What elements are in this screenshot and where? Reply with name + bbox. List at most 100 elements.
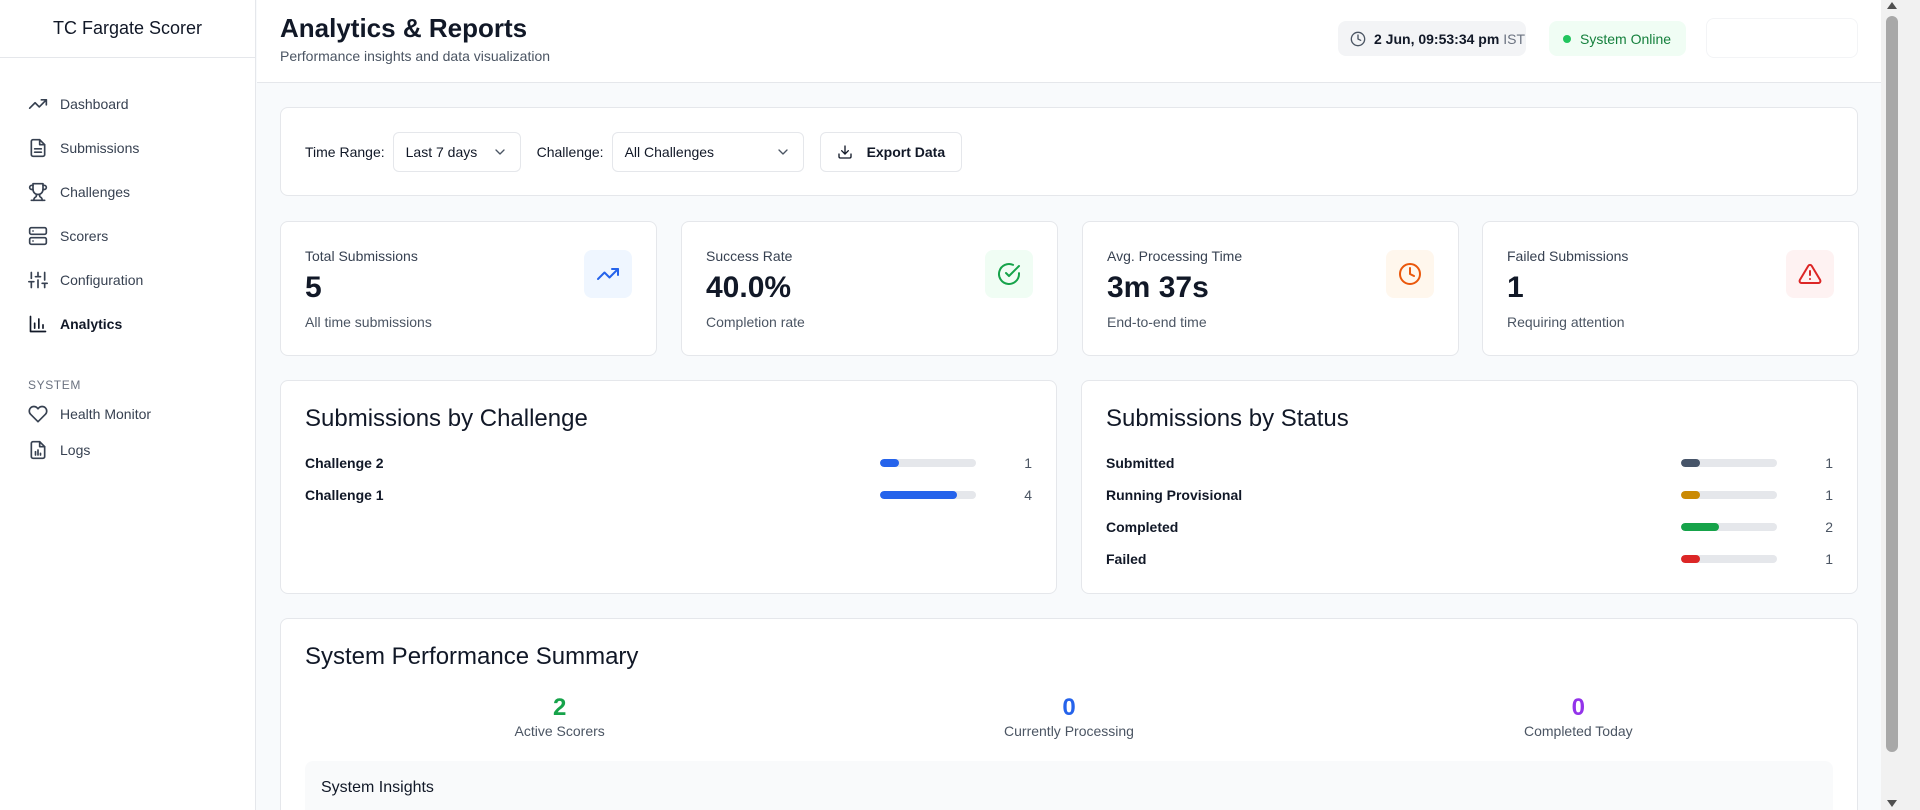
row-label: Running Provisional [1106, 487, 1243, 503]
clock-time: 2 Jun, 09:53:34 pm [1374, 30, 1500, 47]
stat-value: 5 [305, 271, 322, 304]
system-section-label: SYSTEM [28, 378, 81, 392]
scroll-down-arrow-icon[interactable] [1887, 800, 1897, 807]
sidebar-item-health-monitor[interactable]: Health Monitor [0, 396, 255, 432]
metric-value: 0 [1062, 694, 1076, 721]
stat-description: Completion rate [706, 314, 805, 330]
time-range-select[interactable]: Last 7 days [392, 131, 521, 172]
sidebar-item-analytics[interactable]: Analytics [0, 302, 255, 346]
chevron-down-icon [494, 148, 505, 155]
clock-badge: 2 Jun, 09:53:34 pm IST [1338, 21, 1526, 56]
sidebar-item-label: Configuration [60, 272, 144, 288]
metric-value: 0 [1571, 694, 1585, 721]
trending-up-icon [584, 250, 632, 298]
sidebar-item-label: Challenges [60, 184, 131, 200]
row-label: Submitted [1106, 455, 1175, 471]
sidebar-item-label: Logs [60, 442, 91, 458]
row-label: Challenge 1 [305, 487, 384, 503]
stat-card-total-submissions: Total Submissions 5 All time submissions [280, 221, 657, 356]
alert-triangle-icon [1786, 250, 1834, 298]
clock-icon [1350, 31, 1366, 46]
system-performance-panel: System Performance Summary 2 Active Scor… [280, 618, 1858, 810]
stat-title: Failed Submissions [1507, 248, 1629, 264]
sidebar: TC Fargate Scorer Dashboard Submissions … [0, 0, 256, 810]
check-circle-icon [985, 250, 1033, 298]
progress-bar [1681, 491, 1777, 499]
progress-bar [1681, 523, 1777, 531]
time-range-value: Last 7 days [405, 143, 478, 160]
stat-title: Success Rate [706, 248, 793, 264]
challenge-value: All Challenges [624, 143, 715, 160]
metrics-row: 2 Active Scorers 0 Currently Processing … [305, 694, 1833, 740]
metric-value: 2 [552, 694, 567, 721]
sidebar-item-scorers[interactable]: Scorers [0, 214, 255, 258]
progress-fill [880, 491, 957, 499]
sidebar-nav: Dashboard Submissions Challenges Scorers… [0, 58, 255, 468]
status-row: Submitted 1 [1106, 447, 1833, 479]
sidebar-item-challenges[interactable]: Challenges [0, 170, 255, 214]
row-count: 1 [1825, 487, 1833, 503]
sidebar-item-submissions[interactable]: Submissions [0, 126, 255, 170]
metric-label: Completed Today [1523, 723, 1633, 739]
progress-fill [1681, 523, 1720, 531]
trophy-icon [28, 182, 48, 202]
progress-fill [880, 459, 900, 467]
row-count: 4 [1024, 487, 1032, 503]
progress-fill [1681, 491, 1701, 499]
row-count: 1 [1024, 455, 1032, 471]
challenge-row: Challenge 1 4 [305, 479, 1032, 511]
filters-bar: Time Range: Last 7 days Challenge: All C… [280, 107, 1858, 196]
status-text: System Online [1580, 30, 1672, 47]
header-action-button[interactable] [1706, 18, 1858, 58]
progress-fill [1681, 555, 1701, 563]
sidebar-item-label: Scorers [60, 228, 109, 244]
sidebar-item-logs[interactable]: Logs [0, 432, 255, 468]
page-title: Analytics & Reports [280, 13, 528, 43]
stat-value: 1 [1507, 271, 1524, 304]
page-header: Analytics & Reports Performance insights… [257, 0, 1881, 83]
sliders-icon [28, 271, 48, 289]
download-icon [837, 144, 852, 159]
export-data-button[interactable]: Export Data [819, 131, 963, 172]
stat-description: All time submissions [305, 314, 432, 330]
sidebar-item-label: Submissions [60, 140, 140, 156]
stat-card-avg-processing-time: Avg. Processing Time 3m 37s End-to-end t… [1082, 221, 1459, 356]
panel-title: Submissions by Status [1106, 405, 1349, 432]
sidebar-item-label: Dashboard [60, 96, 129, 112]
heart-icon [28, 405, 48, 423]
insights-title: System Insights [321, 779, 434, 796]
app-title: TC Fargate Scorer [0, 0, 255, 58]
scroll-up-arrow-icon[interactable] [1887, 2, 1897, 9]
sidebar-item-label: Analytics [60, 316, 123, 332]
progress-bar [880, 459, 976, 467]
clock-timezone: IST [1503, 30, 1526, 47]
progress-bar [1681, 459, 1777, 467]
panel-title: System Performance Summary [305, 643, 639, 670]
status-dot-icon [1563, 34, 1571, 43]
export-data-label: Export Data [866, 143, 946, 160]
sidebar-item-dashboard[interactable]: Dashboard [0, 82, 255, 126]
stat-description: Requiring attention [1507, 314, 1625, 330]
chevron-down-icon [777, 148, 788, 155]
scroll-thumb[interactable] [1886, 16, 1898, 752]
stat-card-failed-submissions: Failed Submissions 1 Requiring attention [1482, 221, 1859, 356]
metric-currently-processing: 0 Currently Processing [814, 694, 1323, 740]
status-row: Running Provisional 1 [1106, 479, 1833, 511]
metric-label: Currently Processing [1004, 723, 1134, 739]
status-row: Failed 1 [1106, 543, 1833, 575]
stat-title: Total Submissions [305, 248, 418, 264]
sidebar-item-configuration[interactable]: Configuration [0, 258, 255, 302]
scrollbar[interactable] [1881, 0, 1920, 810]
status-row: Completed 2 [1106, 511, 1833, 543]
stat-value: 3m 37s [1107, 271, 1209, 304]
stat-description: End-to-end time [1107, 314, 1207, 330]
time-range-label: Time Range: [305, 143, 385, 160]
sidebar-item-label: Health Monitor [60, 406, 152, 422]
trending-up-icon [28, 99, 48, 109]
progress-bar [1681, 555, 1777, 563]
file-text-icon [30, 138, 46, 158]
progress-bar [880, 491, 976, 499]
progress-fill [1681, 459, 1701, 467]
challenge-select[interactable]: All Challenges [611, 131, 804, 172]
challenge-row: Challenge 2 1 [305, 447, 1032, 479]
